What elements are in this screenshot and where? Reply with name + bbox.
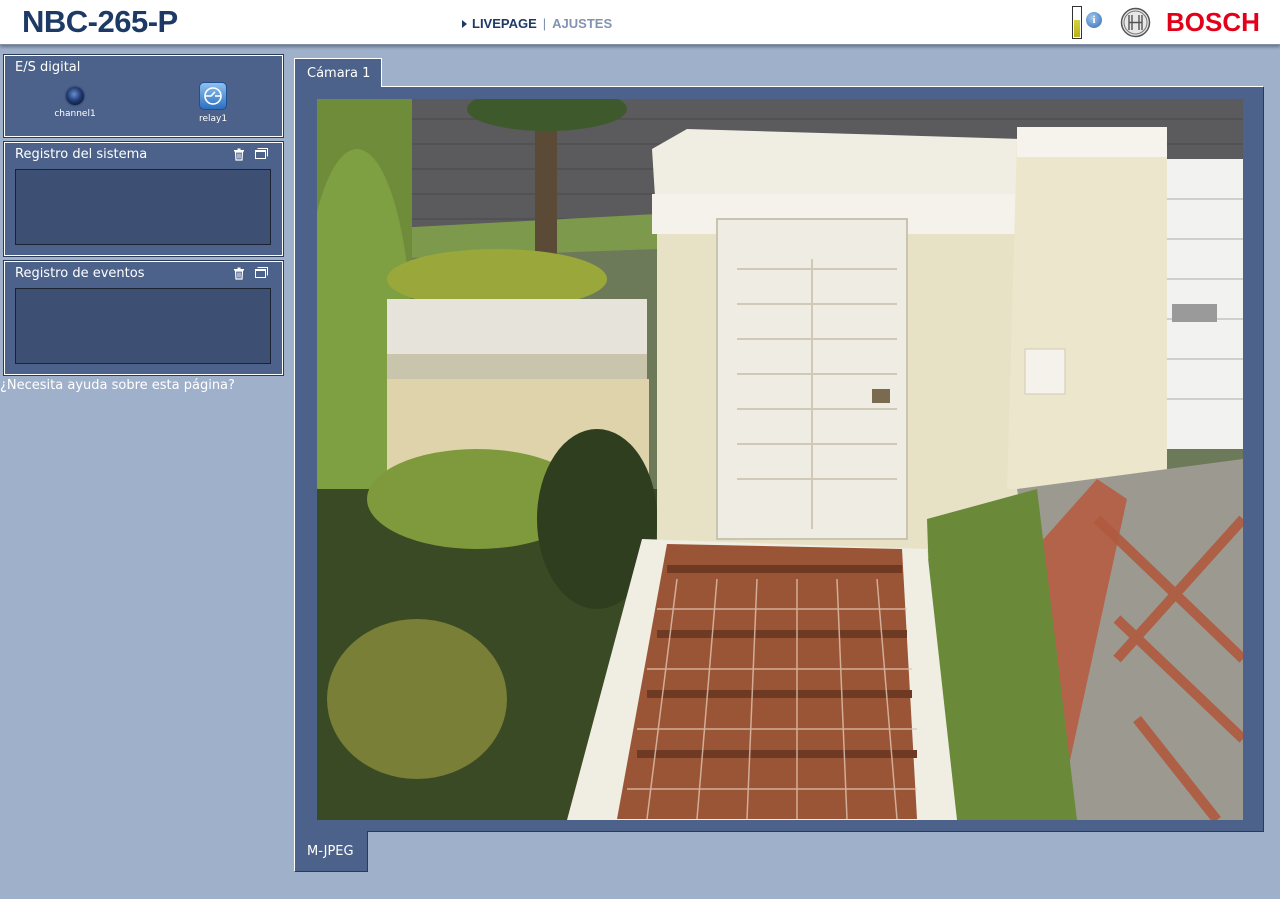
signal-level-meter — [1072, 6, 1082, 39]
input-channel1-label: channel1 — [54, 109, 96, 119]
popout-window-icon[interactable] — [255, 148, 268, 159]
info-icon[interactable]: i — [1086, 12, 1102, 28]
nav-livepage-link[interactable]: LIVEPAGE — [472, 16, 537, 31]
relay1-label: relay1 — [198, 114, 228, 124]
main-nav: LIVEPAGE | AJUSTES — [462, 16, 612, 31]
nav-settings-link[interactable]: AJUSTES — [552, 16, 612, 31]
event-log-output[interactable] — [15, 288, 271, 364]
digital-io-title: E/S digital — [15, 60, 81, 75]
help-link[interactable]: ¿Necesita ayuda sobre esta página? — [0, 378, 235, 393]
bosch-emblem-icon — [1120, 7, 1151, 38]
input-channel1: channel1 — [53, 87, 97, 119]
digital-io-panel: E/S digital channel1 relay1 — [3, 54, 284, 138]
camera-scene-image — [317, 99, 1243, 820]
input-led-icon — [66, 87, 84, 105]
relay-button-icon[interactable] — [199, 82, 227, 110]
tab-camera-1[interactable]: Cámara 1 — [294, 58, 382, 88]
event-log-panel: Registro de eventos — [3, 260, 284, 376]
popout-window-icon[interactable] — [255, 267, 268, 278]
bosch-logo: BOSCH — [1166, 7, 1260, 37]
stream-format-tab[interactable]: M-JPEG — [294, 831, 368, 872]
camera-frame — [294, 86, 1264, 832]
trash-icon[interactable] — [233, 267, 245, 280]
system-log-title: Registro del sistema — [15, 147, 148, 162]
live-video-view[interactable] — [317, 99, 1243, 820]
trash-icon[interactable] — [233, 148, 245, 161]
relay-relay1[interactable]: relay1 — [191, 82, 235, 124]
nav-arrow-icon — [462, 19, 467, 28]
event-log-title: Registro de eventos — [15, 266, 145, 281]
system-log-panel: Registro del sistema — [3, 141, 284, 257]
nav-separator: | — [542, 16, 547, 31]
device-model-title: NBC-265-P — [22, 4, 178, 39]
system-log-output[interactable] — [15, 169, 271, 245]
header-bar: NBC-265-P LIVEPAGE | AJUSTES i BOSCH — [0, 0, 1280, 45]
